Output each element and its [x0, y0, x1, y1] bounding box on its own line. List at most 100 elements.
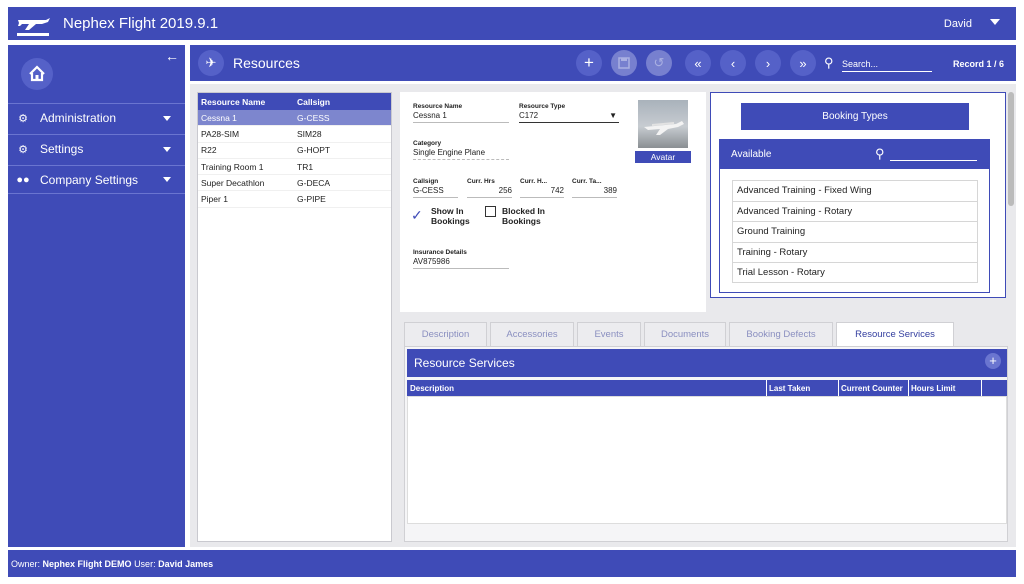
tab-resource-services[interactable]: Resource Services: [836, 322, 954, 346]
insurance-details-field[interactable]: Insurance Details AV875986: [413, 249, 509, 269]
column-divider: [981, 380, 982, 396]
column-header-callsign[interactable]: Callsign: [294, 97, 391, 107]
field-value[interactable]: 389: [572, 186, 617, 198]
resource-type-select[interactable]: Resource Type C172 ▼: [519, 103, 619, 123]
resource-services-table-header: Description Last Taken Current Counter H…: [407, 380, 1007, 396]
list-item[interactable]: Ground Training: [732, 221, 978, 242]
search-icon: ⚲: [824, 55, 834, 70]
add-button[interactable]: +: [576, 50, 602, 76]
list-item[interactable]: Advanced Training - Fixed Wing: [732, 180, 978, 201]
callsign-cell: G-HOPT: [297, 145, 331, 156]
booking-types-list: Advanced Training - Fixed Wing Advanced …: [732, 180, 978, 283]
field-value[interactable]: AV875986: [413, 257, 509, 269]
panel-title: Resource Services: [414, 356, 515, 370]
resources-toolbar: ✈ Resources + ↺ « ‹ › » ⚲ Record 1 / 6: [190, 45, 1016, 81]
column-header-hours-limit[interactable]: Hours Limit: [911, 384, 955, 393]
first-record-button[interactable]: «: [685, 50, 711, 76]
tab-documents[interactable]: Documents: [644, 322, 726, 346]
category-field[interactable]: Category Single Engine Plane: [413, 140, 509, 160]
table-row[interactable]: Cessna 1 G-CESS: [198, 110, 391, 127]
sidebar-item-administration[interactable]: ⚙ Administration: [8, 103, 185, 132]
show-in-bookings-checkbox[interactable]: ✓: [411, 207, 423, 224]
field-label: Resource Name: [413, 103, 463, 110]
callsign-cell: TR1: [297, 161, 314, 172]
current-hours-field[interactable]: Curr. Hrs 256: [467, 178, 512, 198]
page-title: Resources: [233, 55, 300, 71]
content-area: Resource Name Callsign Cessna 1 G-CESS P…: [190, 84, 1016, 547]
field-value[interactable]: Cessna 1: [413, 111, 509, 123]
home-button[interactable]: [21, 58, 53, 90]
airplane-icon: ✈: [198, 50, 224, 76]
field-value[interactable]: 742: [520, 186, 564, 198]
table-row[interactable]: R22 G-HOPT: [198, 143, 391, 159]
booking-types-panel: Booking Types Available ⚲ Advanced Train…: [710, 92, 1006, 298]
top-bar: Nephex Flight 2019.9.1 David: [8, 7, 1016, 40]
sidebar-item-label: Company Settings: [40, 172, 139, 187]
user-label: User:: [134, 559, 156, 569]
search-icon[interactable]: ⚲: [875, 146, 885, 162]
available-search-input[interactable]: [890, 160, 977, 161]
gears-icon: ⚙: [18, 143, 28, 156]
next-record-button[interactable]: ›: [755, 50, 781, 76]
tab-accessories[interactable]: Accessories: [490, 322, 574, 346]
blocked-in-bookings-checkbox[interactable]: [485, 206, 496, 217]
field-label: Callsign: [413, 178, 439, 185]
airplane-logo-icon: [17, 18, 50, 36]
last-record-button[interactable]: »: [790, 50, 816, 76]
field-value[interactable]: 256: [467, 186, 512, 198]
app-title: Nephex Flight 2019.9.1: [63, 15, 219, 32]
list-item[interactable]: Advanced Training - Rotary: [732, 200, 978, 222]
search-input[interactable]: [842, 56, 932, 72]
field-label: Curr. H...: [520, 178, 548, 185]
undo-button[interactable]: ↺: [646, 50, 672, 76]
sidebar-item-label: Settings: [40, 142, 84, 156]
save-button[interactable]: [611, 50, 637, 76]
chevron-down-icon[interactable]: [990, 19, 1000, 25]
footer-bar: Owner: Nephex Flight DEMO User: David Ja…: [8, 550, 1016, 577]
sidebar-item-label: Administration: [40, 111, 117, 125]
resource-list: Resource Name Callsign Cessna 1 G-CESS P…: [197, 92, 392, 542]
column-header-last-taken[interactable]: Last Taken: [769, 384, 810, 393]
resource-name-cell: R22: [201, 145, 217, 156]
column-header-resource-name[interactable]: Resource Name: [198, 97, 294, 107]
current-ta-field[interactable]: Curr. Ta... 389: [572, 178, 617, 198]
table-row[interactable]: Piper 1 G-PIPE: [198, 191, 391, 208]
table-row[interactable]: PA28-SIM SIM28: [198, 126, 391, 143]
current-h-field[interactable]: Curr. H... 742: [520, 178, 564, 198]
callsign-field[interactable]: Callsign G-CESS: [413, 178, 458, 198]
list-item[interactable]: Trial Lesson - Rotary: [732, 262, 978, 283]
column-divider: [766, 380, 767, 396]
resource-name-cell: PA28-SIM: [201, 128, 240, 139]
sidebar-item-settings[interactable]: ⚙ Settings: [8, 134, 185, 163]
callsign-cell: SIM28: [297, 128, 322, 139]
avatar-image: [638, 100, 688, 148]
field-value[interactable]: G-CESS: [413, 186, 458, 198]
user-value: David James: [158, 559, 214, 569]
tab-events[interactable]: Events: [577, 322, 641, 346]
resource-list-header: Resource Name Callsign: [198, 93, 391, 110]
tab-description[interactable]: Description: [404, 322, 487, 346]
booking-types-button[interactable]: Booking Types: [741, 103, 969, 130]
add-service-button[interactable]: +: [985, 353, 1001, 369]
collapse-sidebar-icon[interactable]: ←: [165, 48, 179, 64]
sidebar-item-company-settings[interactable]: ●● Company Settings: [8, 165, 185, 194]
tab-booking-defects[interactable]: Booking Defects: [729, 322, 833, 346]
users-icon: ●●: [16, 173, 30, 186]
detail-tabs: Description Accessories Events Documents…: [404, 322, 1014, 346]
resource-name-field[interactable]: Resource Name Cessna 1: [413, 103, 509, 123]
list-item[interactable]: Training - Rotary: [732, 241, 978, 263]
column-header-current-counter[interactable]: Current Counter: [841, 384, 903, 393]
scrollbar[interactable]: [1008, 92, 1014, 206]
avatar-button[interactable]: Avatar: [635, 151, 691, 163]
selected-value: C172: [519, 111, 539, 120]
table-row[interactable]: Super Decathlon G-DECA: [198, 175, 391, 192]
user-menu[interactable]: David: [944, 18, 972, 30]
field-value[interactable]: Single Engine Plane: [413, 148, 509, 160]
field-value[interactable]: C172 ▼: [519, 111, 619, 123]
column-divider: [908, 380, 909, 396]
previous-record-button[interactable]: ‹: [720, 50, 746, 76]
field-label: Curr. Hrs: [467, 178, 495, 185]
table-row[interactable]: Training Room 1 TR1: [198, 159, 391, 176]
gear-icon: ⚙: [18, 112, 28, 125]
column-header-description[interactable]: Description: [410, 384, 454, 393]
